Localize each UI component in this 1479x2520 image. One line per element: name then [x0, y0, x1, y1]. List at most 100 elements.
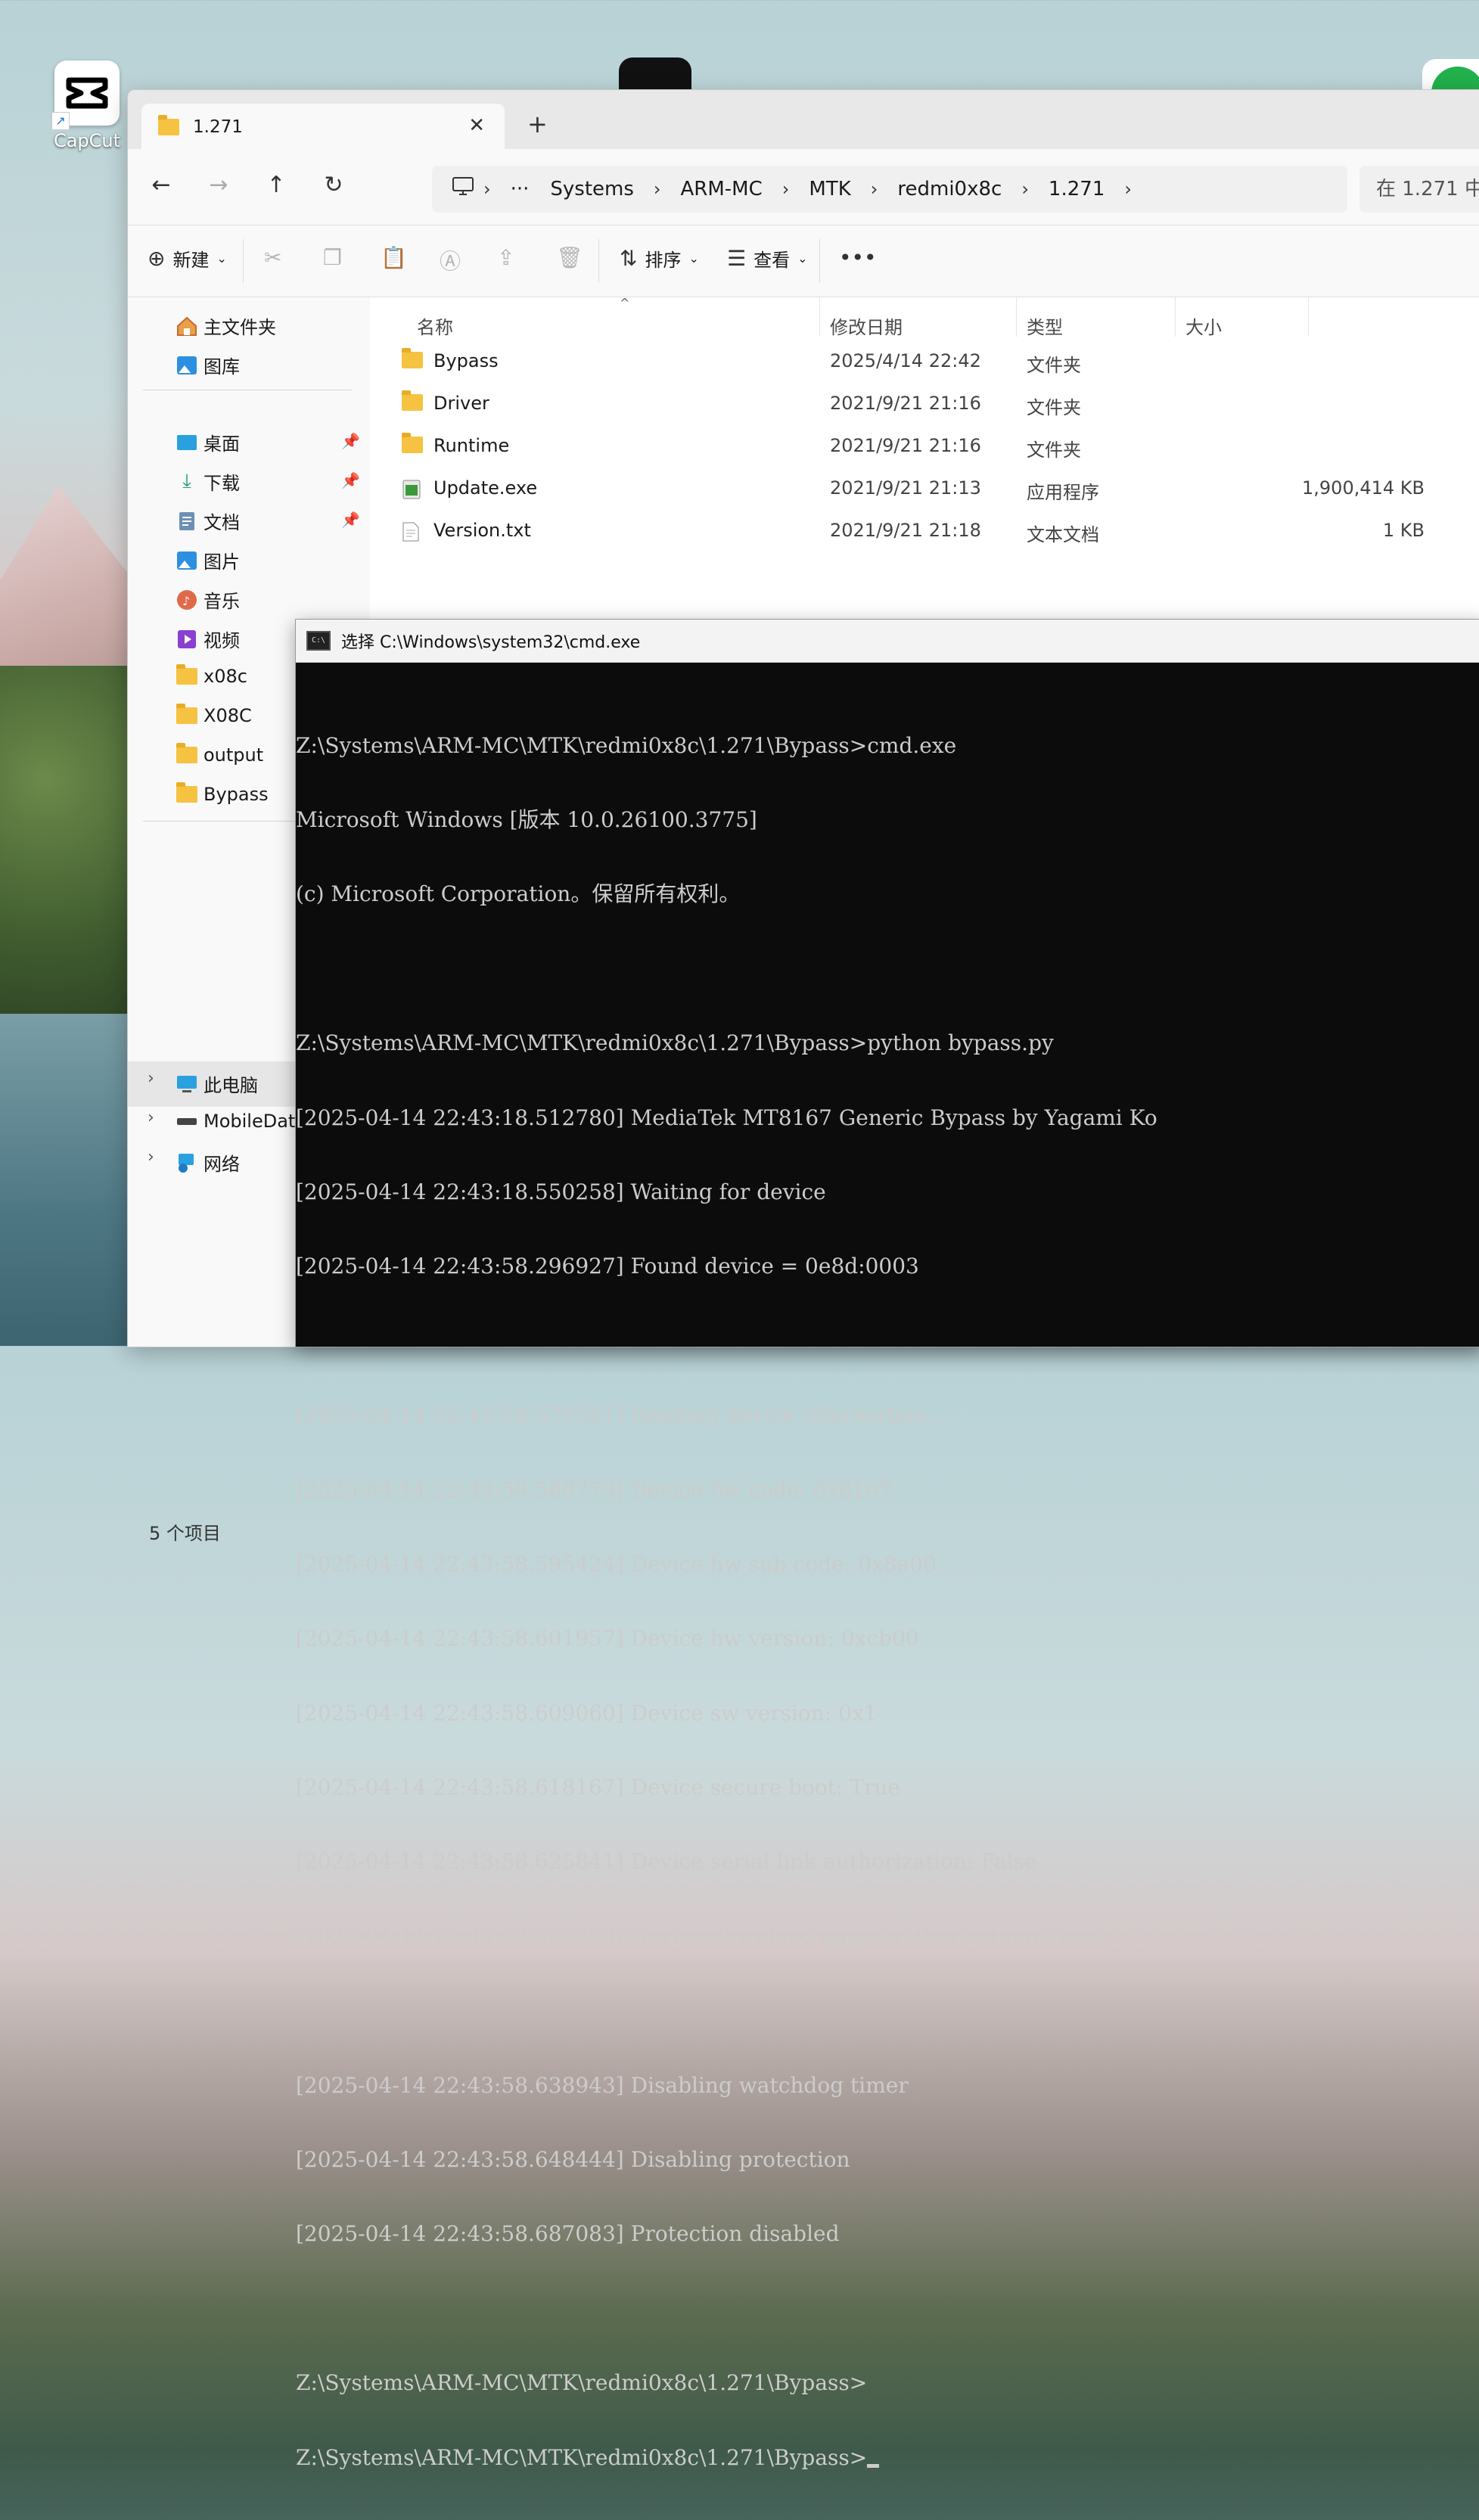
pin-icon[interactable]: 📌 [341, 511, 360, 529]
sidebar-item-desktop[interactable]: 桌面 [175, 429, 240, 455]
folder-icon [175, 782, 199, 806]
cut-button[interactable]: ✂ [264, 245, 281, 270]
column-header-size[interactable]: 大小 [1185, 312, 1222, 339]
desktop-icon [175, 431, 199, 454]
file-date: 2025/4/14 22:42 [830, 350, 981, 371]
file-row[interactable]: Update.exe 2021/9/21 21:13 应用程序 1,900,41… [370, 468, 1479, 511]
chevron-right-icon[interactable]: › [148, 1148, 154, 1167]
file-row[interactable]: Version.txt 2021/9/21 21:18 文本文档 1 KB [370, 511, 1479, 553]
view-button[interactable]: ☰ 查看 ⌄ [727, 245, 808, 272]
breadcrumb-redmi0x8c[interactable]: redmi0x8c [897, 178, 1002, 200]
sidebar-item-gallery[interactable]: 图库 [175, 352, 240, 378]
pictures-icon [175, 549, 199, 572]
sidebar-item-home[interactable]: 主文件夹 [175, 312, 276, 339]
cmd-line: Z:\Systems\ARM-MC\MTK\redmi0x8c\1.271\By… [296, 732, 957, 758]
copy-button[interactable]: ❐ [323, 245, 342, 270]
pin-icon[interactable]: 📌 [341, 471, 360, 489]
cmd-line: [2025-04-14 22:43:58.296927] Found devic… [296, 1254, 919, 1279]
folder-icon [402, 390, 423, 415]
close-tab-icon[interactable]: ✕ [468, 114, 485, 137]
exe-icon [402, 479, 421, 505]
sidebar-item-videos[interactable]: 视频 [175, 626, 240, 652]
drive-icon [175, 1110, 199, 1133]
chevron-down-icon: ⌄ [688, 251, 699, 266]
file-type: 文本文档 [1027, 524, 1099, 545]
desktop-icon-capcut[interactable]: ↗ CapCut [45, 61, 129, 151]
cmd-prompt-line[interactable]: Z:\Systems\ARM-MC\MTK\redmi0x8c\1.271\By… [296, 2445, 1479, 2471]
forward-button[interactable]: → [204, 172, 234, 198]
trash-icon: 🗑 [556, 245, 583, 270]
new-tab-button[interactable]: + [527, 110, 548, 138]
file-row[interactable]: Runtime 2021/9/21 21:16 文件夹 [370, 426, 1479, 468]
sidebar-item-pictures[interactable]: 图片 [175, 547, 240, 573]
address-bar[interactable]: › ··· Systems › ARM-MC › MTK › redmi0x8c… [432, 166, 1347, 213]
column-header-name[interactable]: 名称 [417, 312, 453, 339]
pin-icon[interactable]: 📌 [341, 432, 360, 450]
sidebar-item-bypass[interactable]: Bypass [175, 782, 269, 806]
folder-icon [402, 348, 423, 373]
cmd-output[interactable]: Z:\Systems\ARM-MC\MTK\redmi0x8c\1.271\By… [296, 663, 1479, 2520]
new-button[interactable]: ⊕ 新建 ⌄ [148, 245, 227, 272]
sidebar-item-network[interactable]: 网络 [175, 1149, 240, 1176]
file-size: 1 KB [1382, 520, 1425, 541]
chevron-right-icon[interactable]: › [148, 1069, 154, 1088]
view-label: 查看 [753, 250, 791, 271]
refresh-button[interactable]: ↻ [318, 172, 349, 198]
sidebar-item-label: Bypass [204, 784, 269, 805]
svg-text:♪: ♪ [182, 594, 190, 608]
breadcrumb-1271[interactable]: 1.271 [1049, 178, 1105, 200]
cmd-window[interactable]: C:\ 选择 C:\Windows\system32\cmd.exe Z:\Sy… [295, 619, 1479, 2469]
column-header-type[interactable]: 类型 [1027, 312, 1063, 339]
cmd-title-bar[interactable]: C:\ 选择 C:\Windows\system32\cmd.exe [296, 620, 1479, 663]
file-row[interactable]: Driver 2021/9/21 21:16 文件夹 [370, 384, 1479, 426]
delete-button[interactable]: 🗑 [556, 245, 583, 270]
sidebar-item-label: 视频 [204, 630, 240, 651]
tab-1271[interactable]: 1.271 ✕ [141, 104, 505, 151]
sidebar-item-label: X08C [204, 705, 252, 726]
column-header-date[interactable]: 修改日期 [830, 312, 903, 339]
chevron-right-icon[interactable]: › [1124, 179, 1132, 200]
sidebar-item-label: 桌面 [204, 433, 240, 455]
sidebar-item-mobile-drive[interactable]: MobileDat [175, 1110, 295, 1133]
cmd-line: [2025-04-14 22:43:58.618167] Device secu… [296, 1775, 900, 1801]
sidebar-item-output[interactable]: output [175, 743, 263, 766]
chevron-right-icon[interactable]: › [1021, 179, 1029, 200]
download-icon: ⤓ [182, 470, 191, 493]
chevron-right-icon[interactable]: › [654, 179, 661, 200]
sidebar-item-label: 主文件夹 [204, 317, 276, 338]
more-options-button[interactable]: ••• [839, 245, 877, 270]
sidebar-item-documents[interactable]: 文档 [175, 508, 240, 534]
breadcrumb-systems[interactable]: Systems [550, 178, 634, 200]
sidebar-item-label: x08c [204, 666, 247, 687]
search-input[interactable]: 在 1.271 中 [1359, 166, 1479, 213]
home-icon [175, 315, 199, 337]
breadcrumb-overflow[interactable]: ··· [511, 178, 530, 200]
chevron-right-icon[interactable]: › [871, 179, 878, 200]
sidebar-item-music[interactable]: ♪ 音乐 [175, 586, 240, 613]
breadcrumb-arm-mc[interactable]: ARM-MC [681, 178, 763, 200]
sidebar-item-X08C[interactable]: X08C [175, 704, 252, 727]
chevron-right-icon[interactable]: › [148, 1108, 154, 1127]
sidebar-item-label: 网络 [204, 1154, 240, 1175]
sort-label: 排序 [645, 250, 682, 271]
up-button[interactable]: ↑ [261, 172, 291, 198]
chevron-down-icon: ⌄ [797, 251, 808, 266]
file-type: 文件夹 [1027, 397, 1081, 418]
sidebar-item-this-pc[interactable]: 此电脑 [175, 1070, 258, 1097]
sort-button[interactable]: ⇅ 排序 ⌄ [620, 245, 699, 272]
file-date: 2021/9/21 21:16 [830, 393, 981, 414]
sidebar-item-downloads[interactable]: ⤓ 下载 [175, 468, 240, 495]
chevron-right-icon[interactable]: › [782, 179, 790, 200]
more-icon: ••• [839, 245, 877, 270]
share-button[interactable]: ⇪ [497, 245, 514, 270]
cmd-line: [2025-04-14 22:43:58.588779] Device hw c… [296, 1477, 893, 1502]
file-size: 1,900,414 KB [1302, 477, 1425, 499]
paste-button[interactable]: 📋 [381, 245, 407, 270]
file-row[interactable]: Bypass 2025/4/14 22:42 文件夹 [370, 341, 1479, 384]
cmd-line: [2025-04-14 22:43:58.609060] Device sw v… [296, 1700, 878, 1726]
breadcrumb-mtk[interactable]: MTK [809, 178, 850, 200]
cmd-line: [2025-04-14 22:43:58.687083] Protection … [296, 2221, 840, 2247]
sidebar-item-x08c[interactable]: x08c [175, 664, 247, 688]
rename-button[interactable]: Ⓐ [440, 245, 461, 275]
back-button[interactable]: ← [146, 172, 176, 198]
